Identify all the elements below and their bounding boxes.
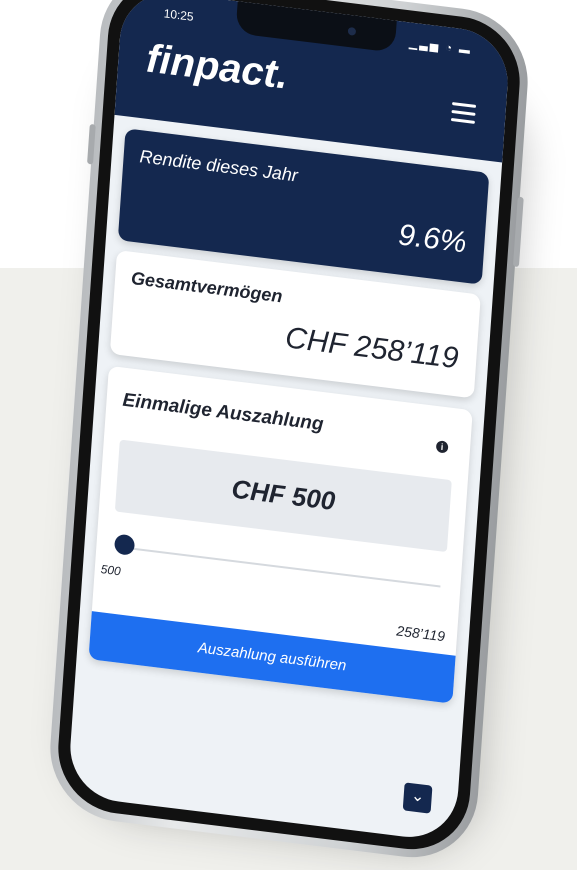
wealth-label: Gesamtvermögen: [130, 267, 284, 307]
menu-line: [451, 109, 476, 116]
return-label: Rendite dieses Jahr: [138, 146, 299, 186]
smartphone-mockup: 10:25 ▁▃▅ ◔ ▬ finpact. Rendite dieses Ja…: [45, 0, 533, 866]
wealth-value: CHF 258’119: [284, 321, 460, 376]
payout-slider-track[interactable]: [118, 545, 441, 588]
hamburger-menu-icon[interactable]: [450, 102, 477, 125]
status-icons: ▁▃▅ ◔ ▬: [408, 37, 473, 58]
return-value: 9.6%: [397, 218, 468, 260]
status-time: 10:25: [163, 6, 195, 24]
menu-line: [450, 117, 475, 124]
payout-label: Einmalige Auszahlung: [121, 389, 325, 436]
payout-slider-handle[interactable]: [113, 533, 136, 556]
info-icon[interactable]: i: [435, 440, 449, 454]
app-logo: finpact.: [144, 36, 290, 98]
menu-line: [452, 102, 477, 108]
payout-amount: CHF 500: [230, 473, 337, 517]
payout-amount-box[interactable]: CHF 500: [114, 439, 452, 553]
slider-min-label: 500: [100, 561, 122, 579]
chevron-down-icon[interactable]: ⌄: [402, 782, 433, 814]
slider-max-label: 258’119: [395, 622, 446, 645]
camera-icon: [347, 26, 357, 36]
payout-card: Einmalige Auszahlung i CHF 500 500 258’1…: [88, 365, 473, 704]
app-screen: 10:25 ▁▃▅ ◔ ▬ finpact. Rendite dieses Ja…: [66, 0, 512, 843]
